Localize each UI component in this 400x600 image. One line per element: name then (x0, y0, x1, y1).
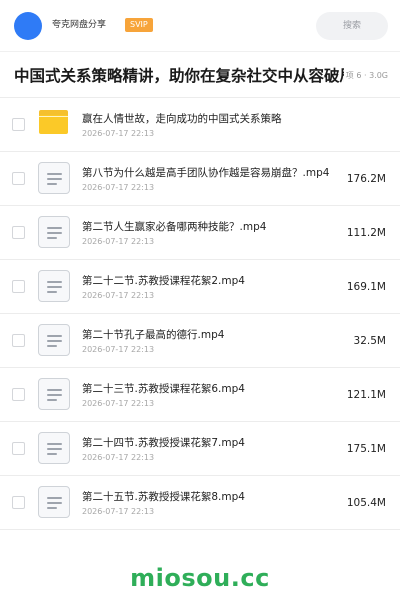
file-name: 第二十四节.苏教授授课花絮7.mp4 (82, 437, 245, 449)
row-checkbox[interactable] (12, 442, 25, 455)
total-size: 3.0G (369, 71, 388, 80)
row-checkbox[interactable] (12, 226, 25, 239)
video-file-icon (38, 324, 70, 356)
file-name: 第二节人生赢家必备哪两种技能？.mp4 (82, 221, 267, 233)
sharer-name: 夸克网盘分享 (52, 20, 107, 30)
video-file-icon (38, 378, 70, 410)
video-file-icon (38, 432, 70, 464)
file-date: 2026-07-17 22:13 (82, 453, 155, 462)
file-size: 32.5M (353, 335, 386, 347)
file-name: 第二十五节.苏教授授课花絮8.mp4 (82, 491, 245, 503)
list-item[interactable]: 第二十五节.苏教授授课花絮8.mp4 2026-07-17 22:13 105.… (0, 476, 400, 530)
video-file-icon (38, 216, 70, 248)
file-size: 175.1M (346, 443, 386, 455)
file-size: 121.1M (346, 389, 386, 401)
share-header: 夸克网盘分享 SVIP 搜索 (0, 0, 400, 52)
file-size: 169.1M (346, 281, 386, 293)
list-item[interactable]: 第二十四节.苏教授授课花絮7.mp4 2026-07-17 22:13 175.… (0, 422, 400, 476)
file-name: 第二十节孔子最高的德行.mp4 (82, 329, 225, 341)
list-item[interactable]: 第二节人生赢家必备哪两种技能？.mp4 2026-07-17 22:13 111… (0, 206, 400, 260)
video-file-icon (38, 270, 70, 302)
share-meta: 6 项 · 3.0G (343, 70, 388, 82)
watermark-text: miosou.cc (130, 564, 270, 592)
video-file-icon (38, 162, 70, 194)
share-title-row: 中国式关系策略精讲，助你在复杂社交中从容破局 6 项 · 3.0G (0, 52, 400, 98)
list-item[interactable]: 第二十三节.苏教授课程花絮6.mp4 2026-07-17 22:13 121.… (0, 368, 400, 422)
row-checkbox[interactable] (12, 496, 25, 509)
file-name: 赢在人情世故，走向成功的中国式关系策略 (82, 113, 282, 125)
share-title: 中国式关系策略精讲，助你在复杂社交中从容破局 (14, 67, 344, 85)
file-size: 111.2M (346, 227, 386, 239)
file-name: 第二十三节.苏教授课程花絮6.mp4 (82, 383, 245, 395)
meta-separator: · (363, 71, 367, 80)
file-list: 赢在人情世故，走向成功的中国式关系策略 2026-07-17 22:13 第八节… (0, 98, 400, 530)
file-date: 2026-07-17 22:13 (82, 291, 155, 300)
file-date: 2026-07-17 22:13 (82, 345, 155, 354)
file-date: 2026-07-17 22:13 (82, 399, 155, 408)
video-file-icon (38, 486, 70, 518)
file-date: 2026-07-17 22:13 (82, 183, 155, 192)
file-name: 第八节为什么越是高手团队协作越是容易崩盘？.mp4 (82, 167, 330, 179)
folder-icon (39, 110, 68, 134)
vip-badge: SVIP (125, 18, 153, 32)
file-name: 第二十二节.苏教授课程花絮2.mp4 (82, 275, 245, 287)
search-button[interactable]: 搜索 (316, 12, 388, 40)
list-item[interactable]: 第八节为什么越是高手团队协作越是容易崩盘？.mp4 2026-07-17 22:… (0, 152, 400, 206)
item-count: 6 项 (345, 71, 362, 80)
file-date: 2026-07-17 22:13 (82, 237, 155, 246)
avatar[interactable] (14, 12, 42, 40)
row-checkbox[interactable] (12, 118, 25, 131)
row-checkbox[interactable] (12, 172, 25, 185)
file-size: 176.2M (346, 173, 386, 185)
list-item[interactable]: 第二十节孔子最高的德行.mp4 2026-07-17 22:13 32.5M (0, 314, 400, 368)
row-checkbox[interactable] (12, 388, 25, 401)
file-size: 105.4M (346, 497, 386, 509)
list-item-folder[interactable]: 赢在人情世故，走向成功的中国式关系策略 2026-07-17 22:13 (0, 98, 400, 152)
file-date: 2026-07-17 22:13 (82, 507, 155, 516)
list-item[interactable]: 第二十二节.苏教授课程花絮2.mp4 2026-07-17 22:13 169.… (0, 260, 400, 314)
file-date: 2026-07-17 22:13 (82, 129, 155, 138)
row-checkbox[interactable] (12, 334, 25, 347)
row-checkbox[interactable] (12, 280, 25, 293)
